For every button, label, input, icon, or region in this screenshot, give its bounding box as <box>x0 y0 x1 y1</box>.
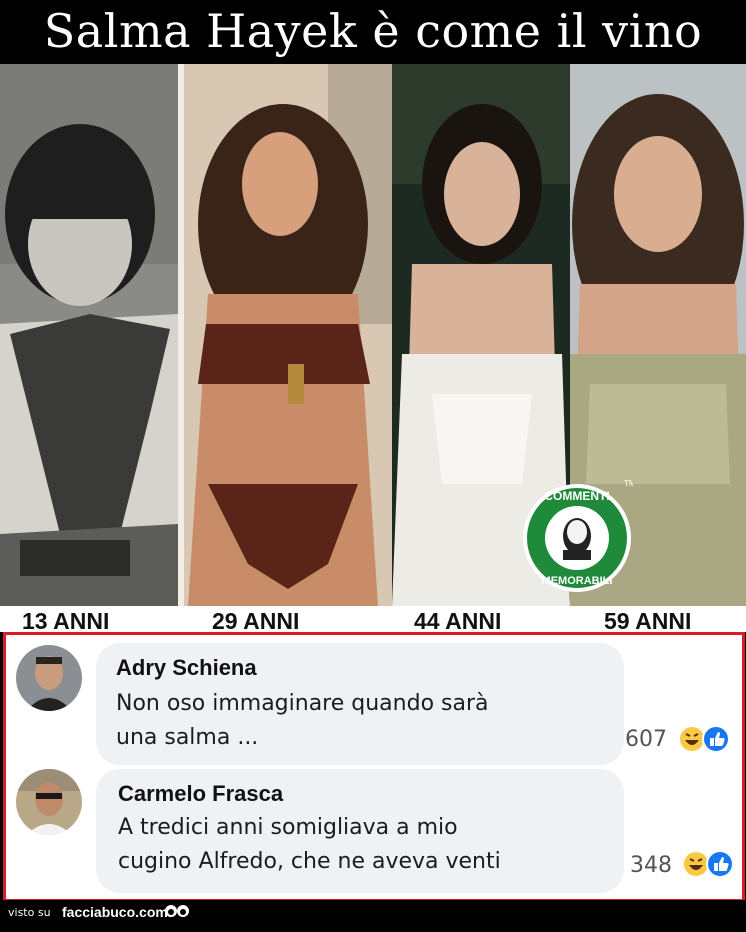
age-label-44: 44 ANNI <box>414 608 502 634</box>
comment-text: A tredici anni somigliava a mio cugino A… <box>118 811 501 879</box>
svg-text:COMMENTI: COMMENTI <box>544 489 609 503</box>
reactions[interactable] <box>682 849 738 883</box>
comment-author[interactable]: Adry Schiena <box>116 655 257 681</box>
comment-line: A tredici anni somigliava a mio <box>118 815 458 840</box>
age-labels-row: 13 ANNI 29 ANNI 44 ANNI 59 ANNI <box>0 606 746 634</box>
reaction-count[interactable]: 348 <box>630 853 672 878</box>
svg-text:MEMORABILI: MEMORABILI <box>542 575 613 587</box>
photo-strip: COMMENTI MEMORABILI TM <box>0 64 746 606</box>
header: Salma Hayek è come il vino <box>0 0 746 64</box>
comment-line: una salma ... <box>116 725 259 750</box>
age-label-13: 13 ANNI <box>22 608 110 634</box>
comment-author[interactable]: Carmelo Frasca <box>118 781 283 807</box>
age-label-29: 29 ANNI <box>212 608 300 634</box>
reactions[interactable] <box>678 724 734 758</box>
haha-icon <box>682 850 710 878</box>
commenti-memorabili-badge: COMMENTI MEMORABILI TM <box>521 474 636 598</box>
comment-line: Non oso immaginare quando sarà <box>116 691 489 716</box>
comment-text: Non oso immaginare quando sarà una salma… <box>116 687 489 755</box>
comments-panel: Adry Schiena Non oso immaginare quando s… <box>3 632 745 902</box>
photo-age-29 <box>178 64 392 606</box>
eyes-icon <box>164 900 190 925</box>
footer: visto su facciabuco.com <box>0 900 746 925</box>
site-logo-text[interactable]: facciabuco.com <box>62 900 168 925</box>
footer-prefix: visto su <box>8 906 51 919</box>
age-label-59: 59 ANNI <box>604 608 692 634</box>
page-title: Salma Hayek è come il vino <box>43 4 703 58</box>
avatar[interactable] <box>16 769 82 835</box>
reaction-count[interactable]: 607 <box>625 727 667 752</box>
photo-age-13 <box>0 64 178 606</box>
haha-icon <box>678 725 706 753</box>
avatar[interactable] <box>16 645 82 711</box>
svg-text:TM: TM <box>624 479 633 488</box>
comment-line: cugino Alfredo, che ne aveva venti <box>118 849 501 874</box>
